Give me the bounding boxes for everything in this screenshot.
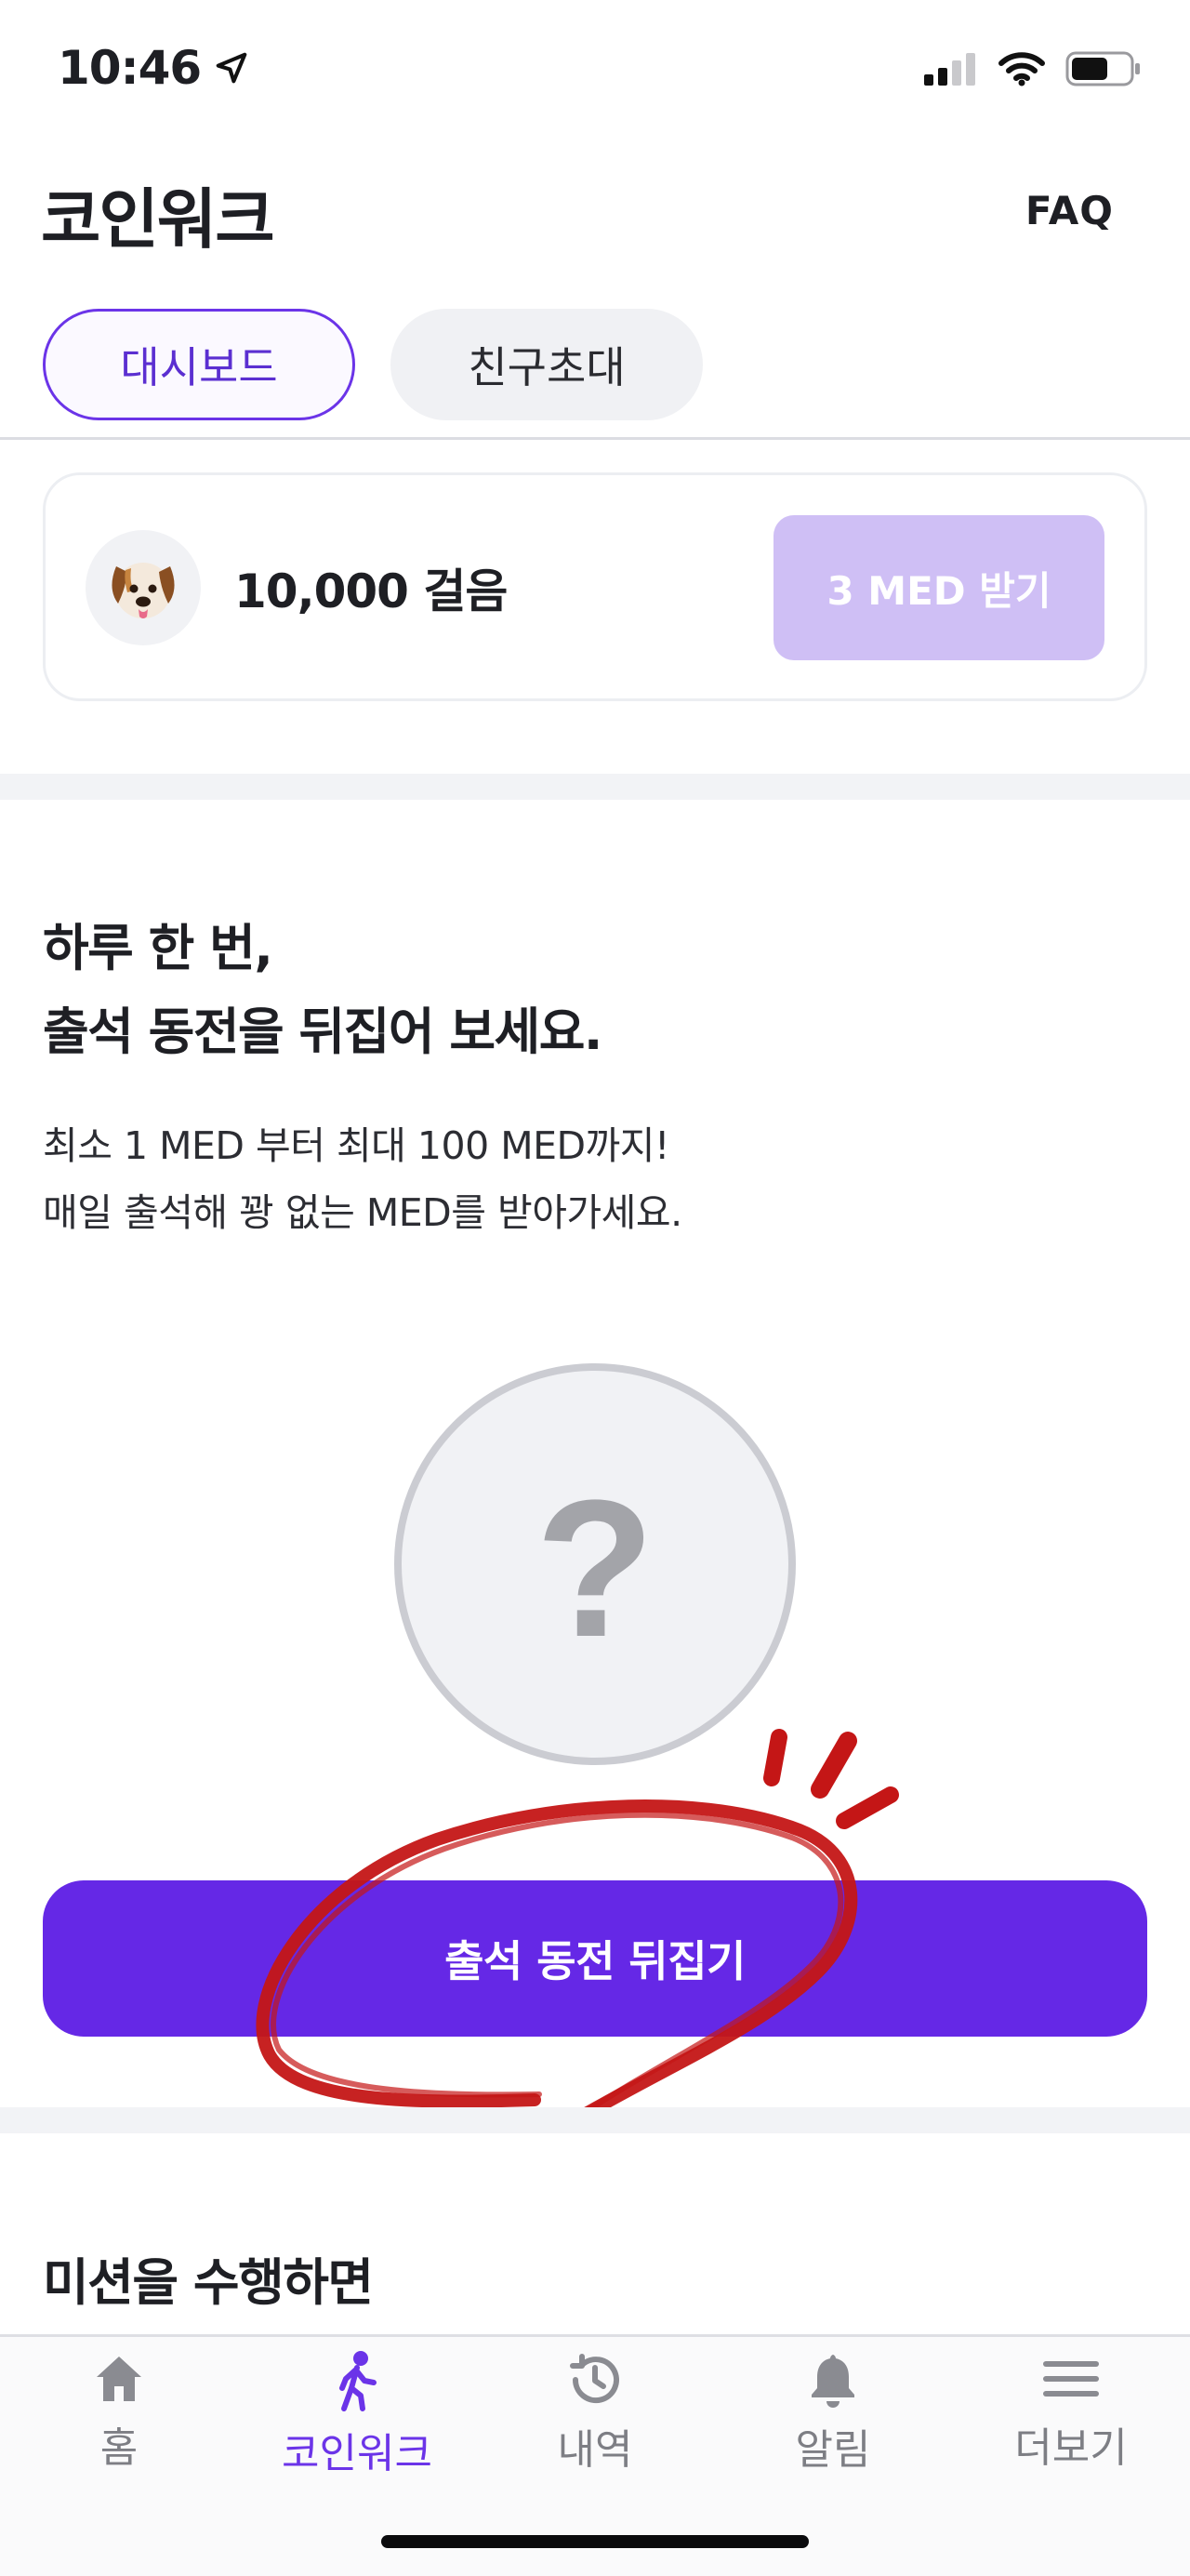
nav-label: 더보기	[1014, 2424, 1128, 2472]
clock-text: 10:46	[58, 41, 202, 95]
walking-icon	[339, 2351, 377, 2411]
tab-label: 친구초대	[468, 342, 626, 392]
wifi-icon	[998, 52, 1045, 86]
menu-icon	[1043, 2361, 1099, 2397]
tab-dashboard[interactable]: 대시보드	[43, 309, 355, 420]
nav-label: 코인워크	[282, 2430, 432, 2477]
home-indicator	[381, 2535, 809, 2548]
attendance-coin[interactable]: ?	[394, 1363, 796, 1765]
nav-item-more[interactable]: 더보기	[978, 2351, 1164, 2474]
home-icon	[97, 2357, 141, 2401]
faq-link[interactable]: FAQ	[1025, 188, 1114, 233]
history-icon	[570, 2354, 619, 2404]
nav-item-history[interactable]: 내역	[502, 2351, 688, 2476]
nav-item-coinwalk[interactable]: 코인워크	[264, 2351, 450, 2479]
headline-line: 출석 동전을 뒤집어 보세요.	[43, 1003, 602, 1061]
claim-med-label: 3 MED 받기	[826, 567, 1051, 614]
claim-med-button[interactable]: 3 MED 받기	[774, 515, 1104, 660]
flip-coin-label: 출석 동전 뒤집기	[444, 1936, 746, 1986]
nav-label: 알림	[795, 2426, 871, 2474]
nav-label: 홈	[99, 2424, 139, 2472]
status-bar-indicators	[924, 50, 1142, 87]
nav-item-notifications[interactable]: 알림	[740, 2351, 926, 2476]
attendance-description: 최소 1 MED 부터 최대 100 MED까지! 매일 출석해 꽝 없는 ME…	[43, 1112, 682, 1246]
headline-line: 하루 한 번,	[43, 919, 273, 977]
signal-icon	[924, 53, 975, 86]
flip-coin-button[interactable]: 출석 동전 뒤집기	[43, 1880, 1147, 2037]
steps-count: 10,000 걸음	[234, 564, 508, 618]
page-title: 코인워크	[41, 181, 275, 258]
question-mark-icon: ?	[535, 1459, 655, 1678]
dog-face-icon	[112, 563, 175, 618]
tab-label: 대시보드	[120, 342, 278, 392]
description-line: 최소 1 MED 부터 최대 100 MED까지!	[43, 1123, 669, 1168]
tab-invite-friends[interactable]: 친구초대	[390, 309, 703, 420]
section-divider	[0, 2107, 1190, 2133]
nav-label: 내역	[557, 2426, 633, 2474]
battery-icon	[1065, 51, 1140, 86]
nav-item-home[interactable]: 홈	[26, 2351, 212, 2474]
avatar	[86, 530, 201, 645]
bell-icon	[812, 2355, 854, 2408]
attendance-headline: 하루 한 번, 출석 동전을 뒤집어 보세요.	[43, 907, 602, 1074]
section-divider	[0, 774, 1190, 800]
location-arrow-icon	[216, 52, 247, 84]
status-bar-time: 10:46	[58, 41, 249, 95]
description-line: 매일 출석해 꽝 없는 MED를 받아가세요.	[43, 1190, 682, 1235]
tab-divider	[0, 437, 1190, 440]
mission-headline: 미션을 수행하면	[43, 2253, 374, 2312]
